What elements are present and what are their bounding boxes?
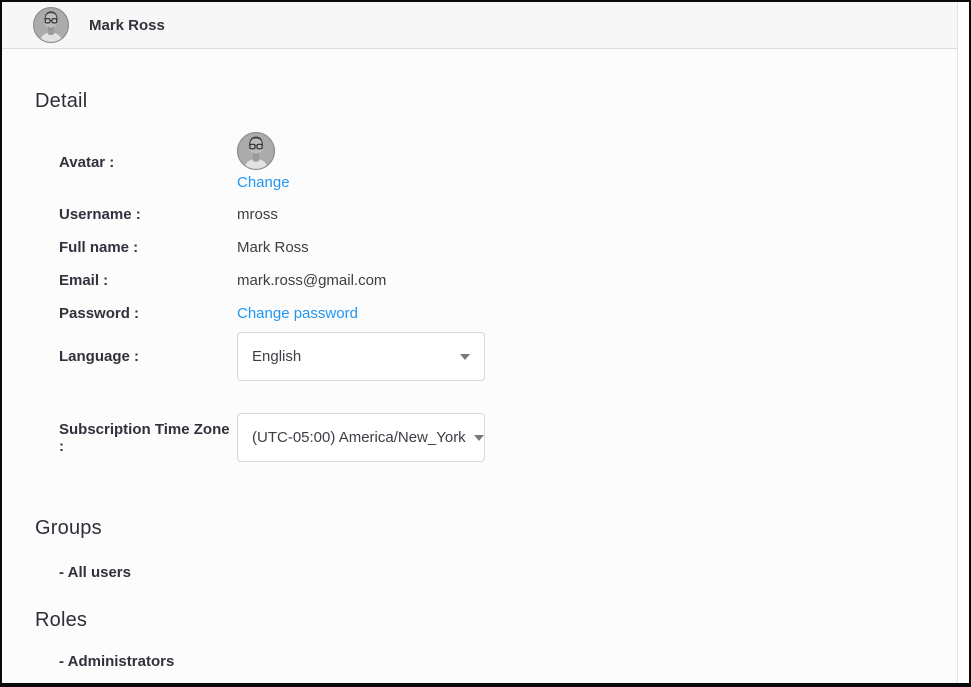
language-field-row: Language : English bbox=[59, 332, 969, 381]
avatar-value-block: Change bbox=[237, 132, 290, 192]
username-value: mross bbox=[237, 205, 278, 224]
language-select[interactable]: English bbox=[237, 332, 485, 381]
group-list-item: - All users bbox=[59, 563, 969, 582]
avatar-field-row: Avatar : Change bbox=[59, 132, 969, 192]
change-password-link[interactable]: Change password bbox=[237, 304, 358, 323]
email-label: Email : bbox=[59, 272, 237, 289]
password-label: Password : bbox=[59, 305, 237, 322]
fullname-value: Mark Ross bbox=[237, 238, 309, 257]
user-avatar-icon bbox=[33, 7, 69, 43]
app-window: Mark Ross Detail Avatar : Change Usernam… bbox=[0, 0, 971, 687]
language-label: Language : bbox=[59, 348, 237, 365]
fullname-field-row: Full name : Mark Ross bbox=[59, 238, 969, 257]
profile-content: Detail Avatar : Change Username : mross … bbox=[2, 49, 969, 671]
username-field-row: Username : mross bbox=[59, 205, 969, 224]
timezone-select[interactable]: (UTC-05:00) America/New_York bbox=[237, 413, 485, 462]
timezone-selected-value: (UTC-05:00) America/New_York bbox=[252, 428, 466, 447]
vertical-scrollbar[interactable] bbox=[957, 2, 969, 683]
email-field-row: Email : mark.ross@gmail.com bbox=[59, 271, 969, 290]
groups-section-title: Groups bbox=[35, 517, 969, 540]
avatar-label: Avatar : bbox=[59, 154, 237, 171]
page-header: Mark Ross bbox=[2, 2, 969, 49]
role-list-item: - Administrators bbox=[59, 652, 969, 671]
fullname-label: Full name : bbox=[59, 239, 237, 256]
chevron-down-icon bbox=[474, 435, 484, 441]
profile-avatar-image bbox=[237, 132, 275, 170]
timezone-field-row: Subscription Time Zone : (UTC-05:00) Ame… bbox=[59, 413, 969, 462]
email-value: mark.ross@gmail.com bbox=[237, 271, 386, 290]
roles-section-title: Roles bbox=[35, 609, 969, 632]
password-field-row: Password : Change password bbox=[59, 304, 969, 323]
change-avatar-link[interactable]: Change bbox=[237, 173, 290, 192]
chevron-down-icon bbox=[460, 354, 470, 360]
timezone-label: Subscription Time Zone : bbox=[59, 421, 237, 455]
language-selected-value: English bbox=[252, 347, 301, 366]
username-label: Username : bbox=[59, 206, 237, 223]
detail-section-title: Detail bbox=[35, 49, 969, 113]
header-user-name: Mark Ross bbox=[89, 17, 165, 34]
